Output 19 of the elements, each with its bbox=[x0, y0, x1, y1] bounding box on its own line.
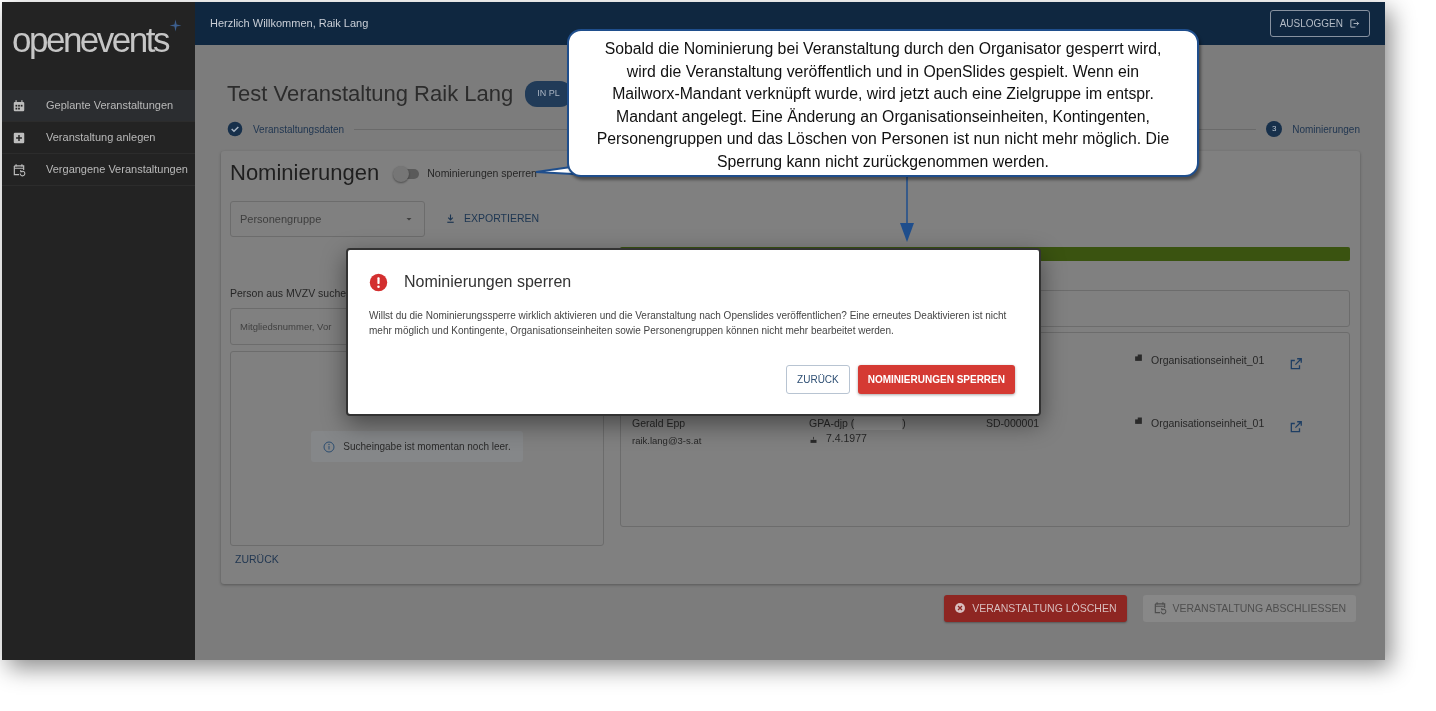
event-title: Test Veranstaltung Raik Lang bbox=[227, 81, 514, 108]
member-number: SD-000001 bbox=[986, 416, 1040, 429]
logo-text: openevents bbox=[12, 22, 168, 57]
person-name: Gerald Epp bbox=[632, 415, 687, 431]
step-number: 3 bbox=[1266, 121, 1283, 138]
section-title: Nominierungen bbox=[230, 160, 380, 187]
search-label: Person aus MVZV suche bbox=[230, 285, 348, 301]
dialog-title: Nominierungen sperren bbox=[404, 272, 572, 292]
greeting-text: Herzlich Willkommen, Raik Lang bbox=[210, 16, 369, 32]
org-unit: Organisationseinheit_01 bbox=[1151, 415, 1265, 431]
callout-bubble: Sobald die Nominierung bei Veranstaltung durch den Organisator gesperrt wird, wird die Veranstaltung veröffentlich und in OpenSlides gespielt. Wenn ein Mailworx-Mandant verknüpft wurde, wird jetzt auch eine Zielgruppe im entspr. Mandant angelegt. Eine Änderung an Organisationseinheiten, Kontingenten, Personengruppen und das Löschen von Personen ist nun nicht mehr möglich. Die Sperrung kann nicht zurückgenommen werden. bbox=[567, 29, 1199, 177]
info-notice: Sucheingabe ist momentan noch leer. bbox=[311, 431, 523, 463]
birth-date: 7.4.1977 bbox=[826, 431, 867, 447]
person-email: raik.lang@3-s.at bbox=[632, 434, 703, 449]
toggle-label: Nominierungen sperren bbox=[427, 165, 537, 181]
dialog-message: Willst du die Nominierungssperre wirklich aktivieren und die Veranstaltung nach Openslides veröffentlichen? Eine erneutes Deaktivieren ist nicht mehr möglich und Kontingente, Organisationseinheiten sowie Personengruppen können nicht mehr bearbeitet werden. bbox=[369, 309, 1008, 338]
union-text: GPA-djp ( bbox=[809, 415, 855, 431]
union-text: ) bbox=[902, 415, 906, 431]
org-unit: Organisationseinheit_01 bbox=[1151, 352, 1265, 368]
